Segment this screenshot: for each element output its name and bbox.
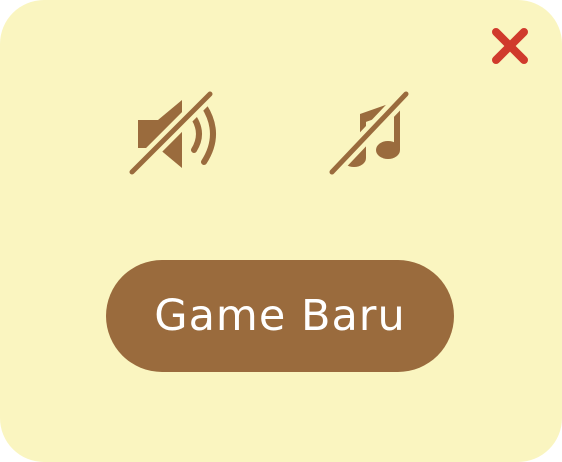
- music-toggle-button[interactable]: [320, 88, 424, 180]
- music-note-muted-icon: [325, 88, 413, 179]
- speaker-muted-icon: [125, 88, 217, 179]
- close-icon: [492, 28, 528, 64]
- sound-toggle-button[interactable]: [124, 88, 236, 180]
- new-game-button[interactable]: Game Baru: [106, 260, 454, 372]
- close-button[interactable]: [486, 24, 534, 68]
- settings-dialog: Game Baru: [0, 0, 562, 462]
